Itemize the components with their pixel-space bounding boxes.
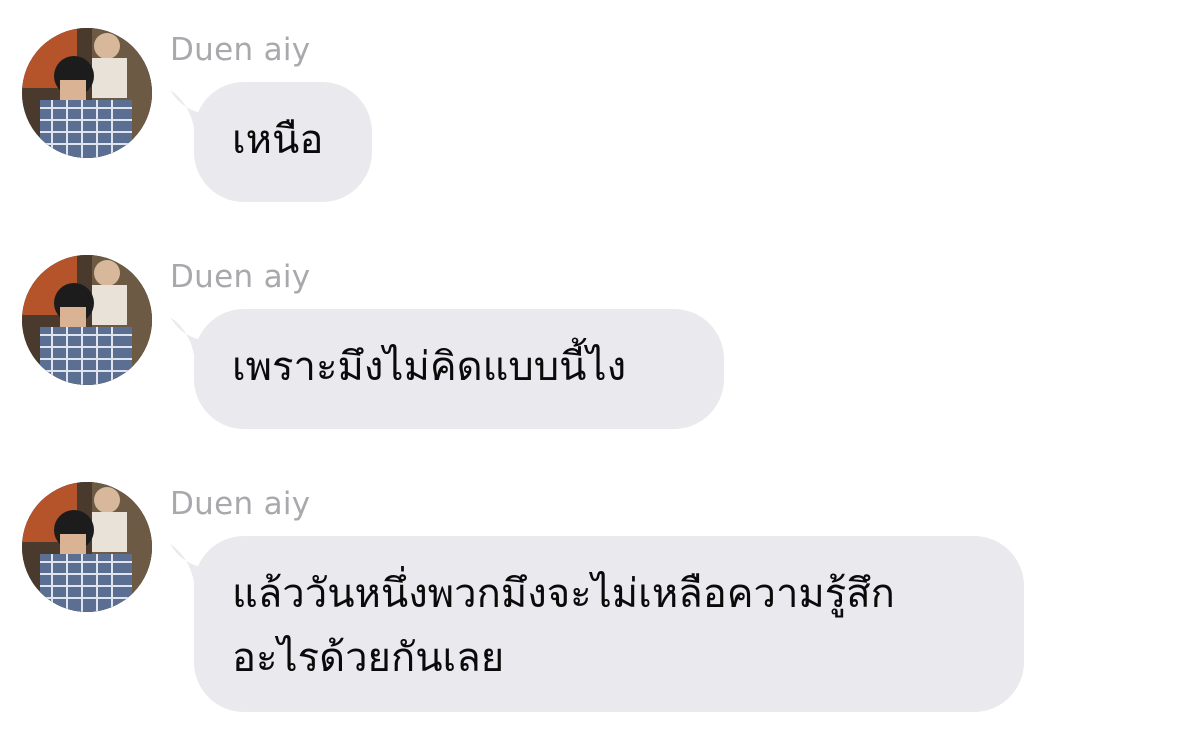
avatar-photo xyxy=(22,28,152,158)
avatar[interactable] xyxy=(22,255,152,385)
message-row: Duen aiy เพราะมึงไม่คิดแบบนี้ไง xyxy=(0,227,1200,447)
message-bubble[interactable]: เพราะมึงไม่คิดแบบนี้ไง xyxy=(194,309,724,429)
avatar-photo xyxy=(22,255,152,385)
message-text-line-1: แล้ววันหนึ่งพวกมึงจะไม่เหลือความรู้สึก xyxy=(232,571,895,617)
message-row: Duen aiy เหนือ xyxy=(0,0,1200,220)
sender-name: Duen aiy xyxy=(170,486,311,522)
sender-name: Duen aiy xyxy=(170,32,311,68)
message-row: Duen aiy แล้ววันหนึ่งพวกมึงจะไม่เหลือควา… xyxy=(0,454,1200,732)
message-text-line-2: อะไรด้วยกันเลย xyxy=(232,635,505,681)
chat-window: Duen aiy เหนือ Duen aiy เพราะมึงไม่คิดแบ… xyxy=(0,0,1200,732)
message-text: เหนือ xyxy=(232,117,324,163)
message-bubble[interactable]: เหนือ xyxy=(194,82,372,202)
message-bubble[interactable]: แล้ววันหนึ่งพวกมึงจะไม่เหลือความรู้สึก อ… xyxy=(194,536,1024,712)
avatar[interactable] xyxy=(22,482,152,612)
avatar[interactable] xyxy=(22,28,152,158)
avatar-photo xyxy=(22,482,152,612)
message-text: เพราะมึงไม่คิดแบบนี้ไง xyxy=(232,344,627,390)
sender-name: Duen aiy xyxy=(170,259,311,295)
